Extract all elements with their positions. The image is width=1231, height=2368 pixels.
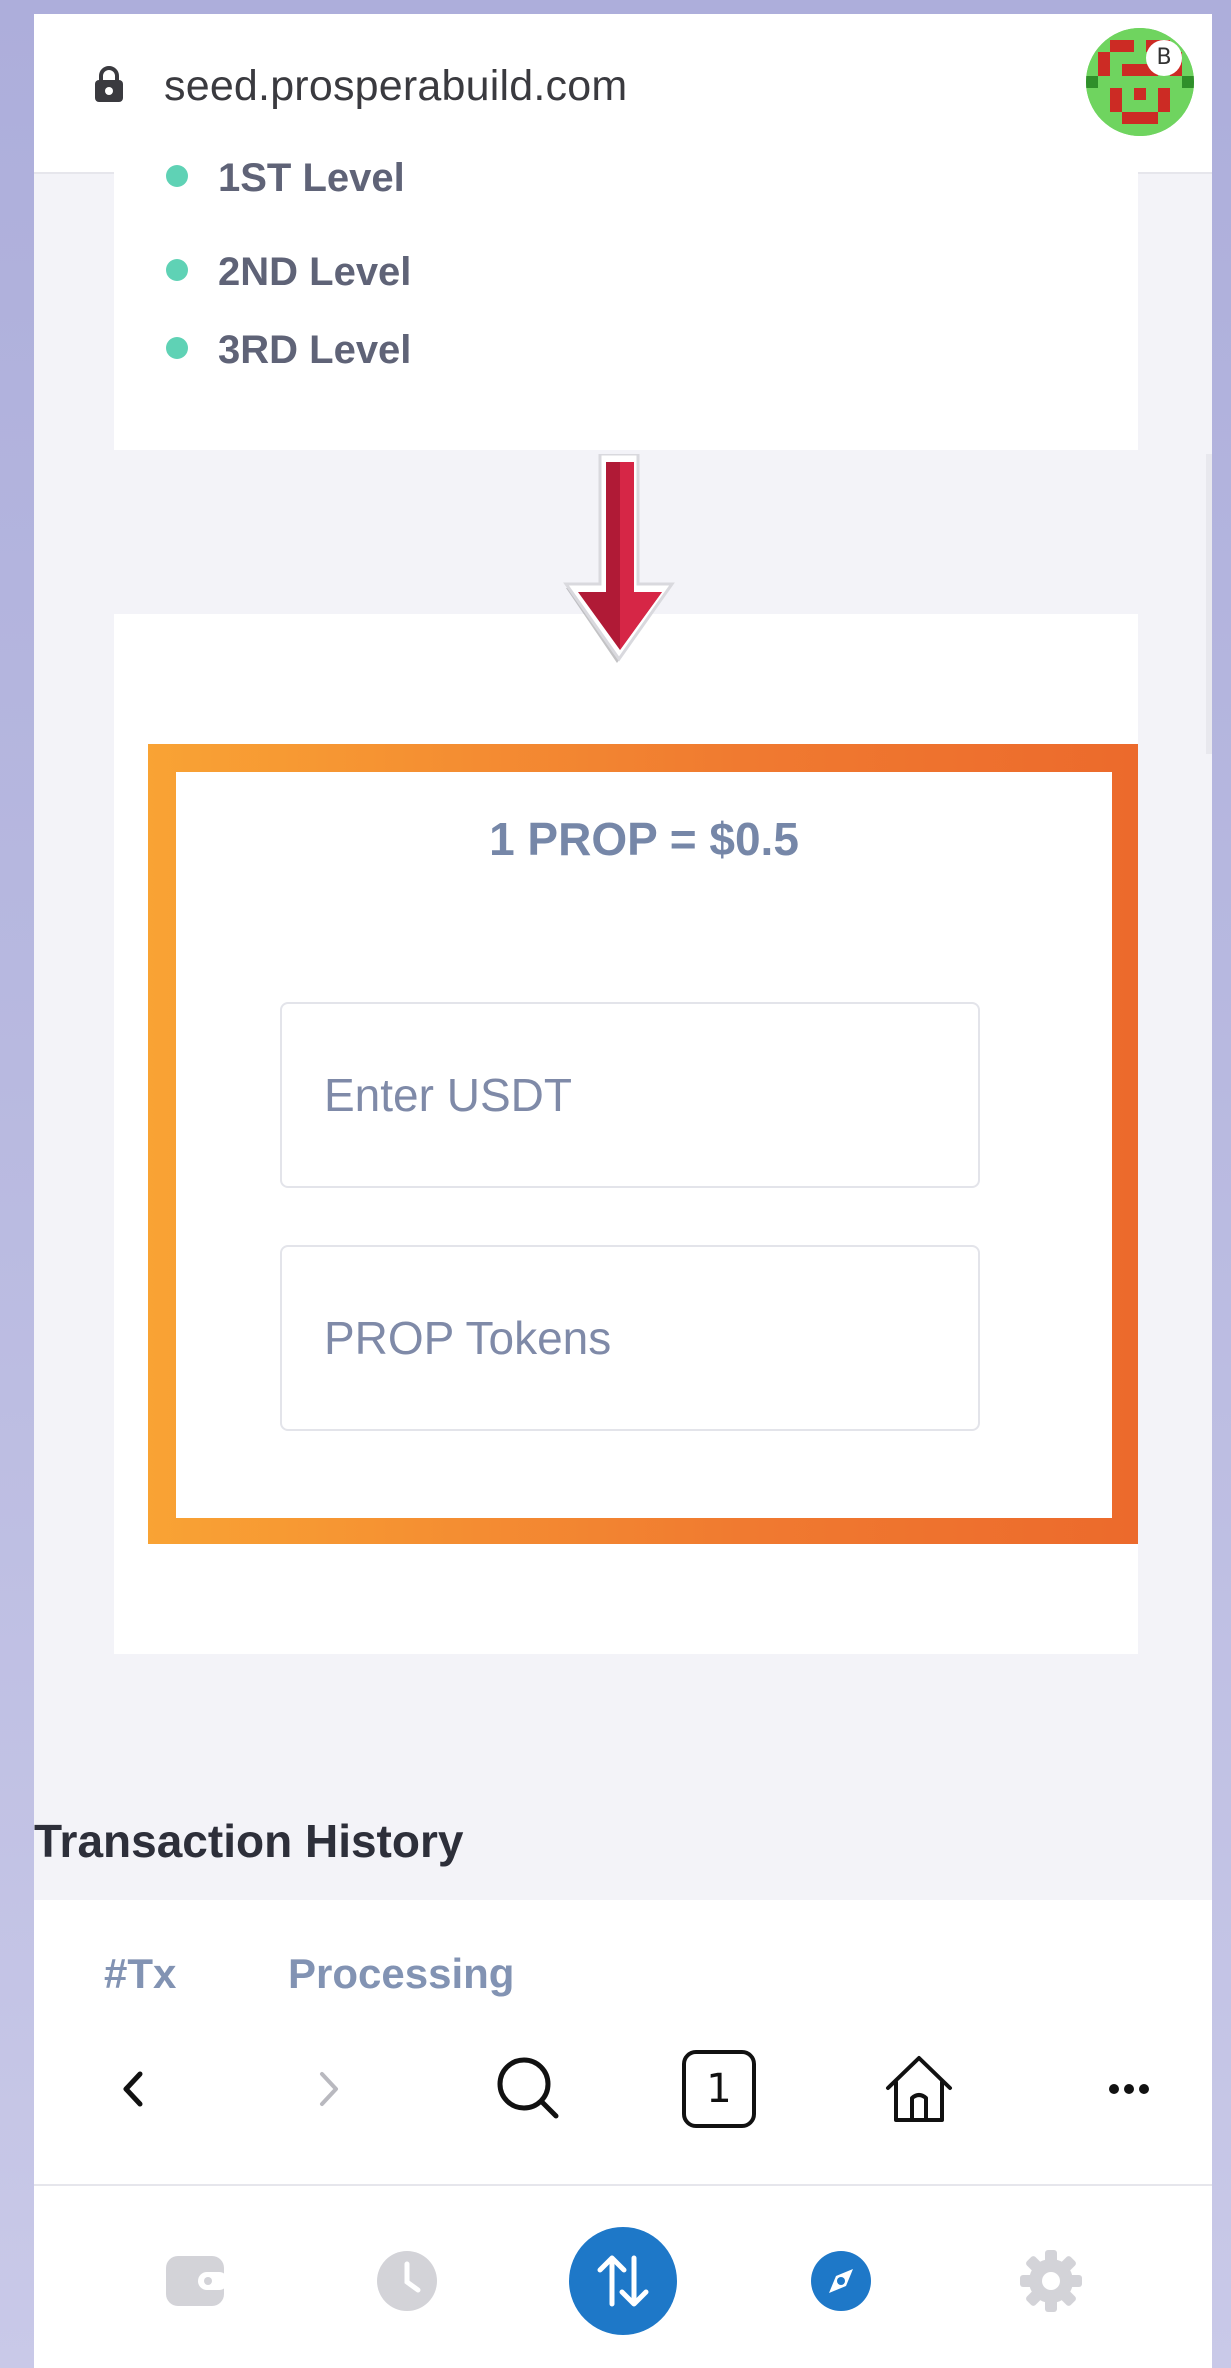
browser-toolbar: 1 — [34, 2004, 1212, 2186]
phone-screen: seed.prosperabuild.com B 1ST Level 2ND L… — [34, 14, 1212, 2368]
column-tx: #Tx — [104, 1950, 177, 1997]
level-label: 2ND Level — [218, 250, 412, 294]
lock-icon — [95, 66, 123, 102]
history-icon[interactable] — [352, 2226, 462, 2336]
bottom-navigation — [34, 2186, 1212, 2368]
level-dot — [166, 259, 188, 282]
settings-icon[interactable] — [996, 2226, 1106, 2336]
page-scrollbar[interactable] — [1206, 454, 1212, 754]
arrow-down-icon — [563, 454, 675, 663]
browser-address-bar[interactable]: seed.prosperabuild.com B — [34, 14, 1212, 174]
level-item-3: 3RD Level — [166, 328, 411, 373]
tabs-button[interactable]: 1 — [674, 2044, 764, 2134]
wallet-icon[interactable] — [140, 2226, 250, 2336]
usdt-input[interactable] — [280, 1002, 980, 1188]
transaction-table-header: #Tx Processing — [34, 1900, 1212, 2020]
browser-compass-icon[interactable] — [786, 2226, 896, 2336]
transaction-history-title: Transaction History — [34, 1815, 464, 1867]
prop-tokens-input[interactable] — [280, 1245, 980, 1431]
token-price: 1 PROP = $0.5 — [489, 813, 799, 865]
wallet-avatar[interactable]: B — [1086, 28, 1194, 136]
level-label: 1ST Level — [218, 156, 405, 200]
level-dot — [166, 337, 188, 360]
chevron-left-icon[interactable] — [88, 2044, 178, 2134]
chevron-right-icon[interactable] — [284, 2044, 374, 2134]
tabs-count: 1 — [706, 2066, 732, 2112]
search-icon[interactable] — [482, 2044, 572, 2134]
level-item-1: 1ST Level — [166, 156, 405, 201]
swap-icon[interactable] — [568, 2226, 678, 2336]
home-icon[interactable] — [874, 2044, 964, 2134]
level-dot — [166, 165, 188, 188]
level-item-2: 2ND Level — [166, 250, 411, 295]
buy-form-frame: 1 PROP = $0.5 — [148, 744, 1138, 1544]
level-card: 1ST Level 2ND Level 3RD Level — [114, 156, 1138, 450]
buy-form: 1 PROP = $0.5 — [176, 772, 1112, 1518]
column-processing: Processing — [288, 1950, 515, 1997]
more-icon[interactable] — [1084, 2044, 1174, 2134]
avatar-pixel-art — [1086, 28, 1194, 136]
url-text[interactable]: seed.prosperabuild.com — [164, 62, 627, 111]
avatar-badge: B — [1146, 40, 1182, 76]
level-label: 3RD Level — [218, 328, 412, 372]
